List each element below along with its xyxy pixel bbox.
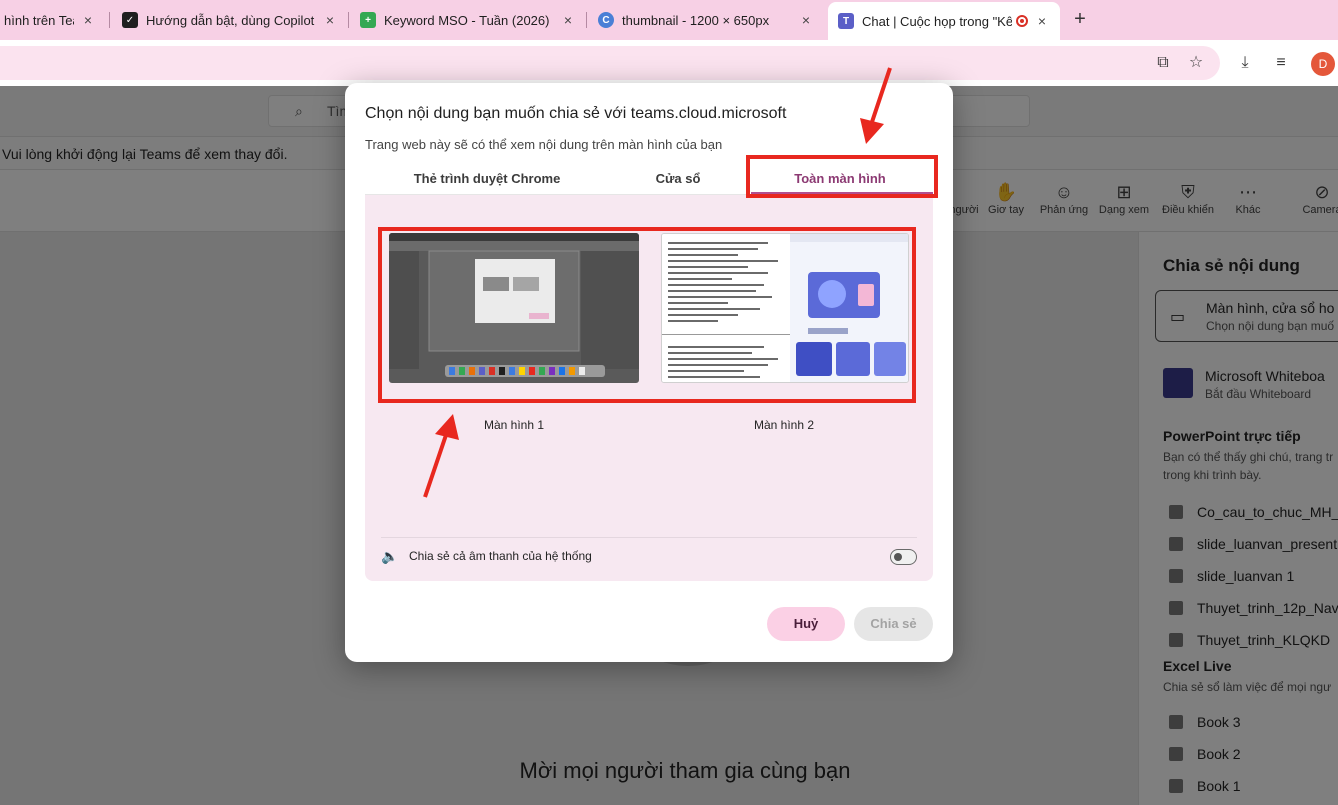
annotation-arrows [423, 67, 892, 498]
annotation-arrow-1-head [860, 118, 884, 144]
annotation-arrow-2-head [435, 414, 459, 440]
annotation-arrow-2 [423, 434, 448, 498]
annotation-arrow-1 [870, 67, 892, 123]
